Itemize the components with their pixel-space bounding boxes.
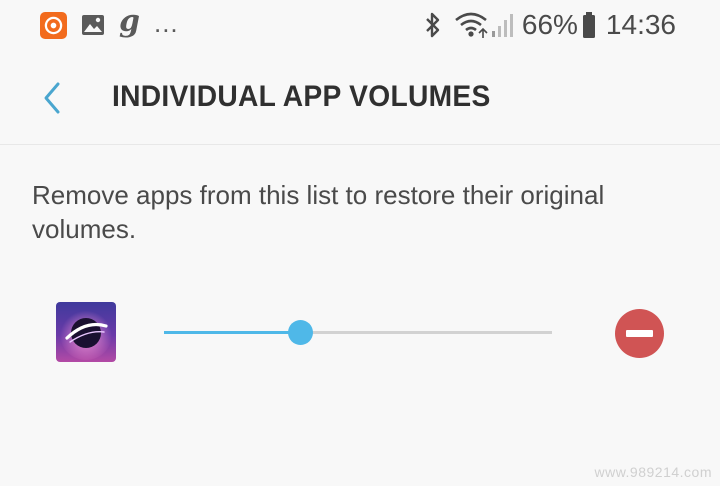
clock: 14:36 <box>605 9 676 40</box>
bluetooth-icon <box>426 12 440 38</box>
remove-app-button[interactable] <box>615 309 664 358</box>
app-icon[interactable] <box>56 302 116 362</box>
volume-slider[interactable] <box>164 318 552 348</box>
slider-fill <box>164 331 300 334</box>
battery-percent: 66% <box>521 9 578 40</box>
wifi-icon <box>455 12 488 38</box>
notification-letter: g <box>119 4 140 39</box>
notification-icons: g ... <box>40 4 179 40</box>
back-button[interactable] <box>36 78 72 118</box>
more-notifications-indicator: ... <box>153 7 179 38</box>
gallery-icon <box>82 15 104 35</box>
orange-app-icon <box>40 11 67 39</box>
status-bar: g ... 66% 14:36 <box>0 0 720 50</box>
watermark: www.989214.com <box>594 464 712 480</box>
app-volume-item <box>0 300 720 366</box>
battery-icon <box>582 12 595 38</box>
system-status: 66% 14:36 <box>424 9 676 41</box>
minus-circle-icon <box>626 330 653 337</box>
app-bar: INDIVIDUAL APP VOLUMES <box>0 50 720 145</box>
slider-thumb[interactable] <box>287 320 313 345</box>
chevron-left-icon <box>44 82 60 114</box>
description-text: Remove apps from this list to restore th… <box>32 180 605 244</box>
signal-icon <box>491 14 513 37</box>
page-title: INDIVIDUAL APP VOLUMES <box>112 80 491 113</box>
